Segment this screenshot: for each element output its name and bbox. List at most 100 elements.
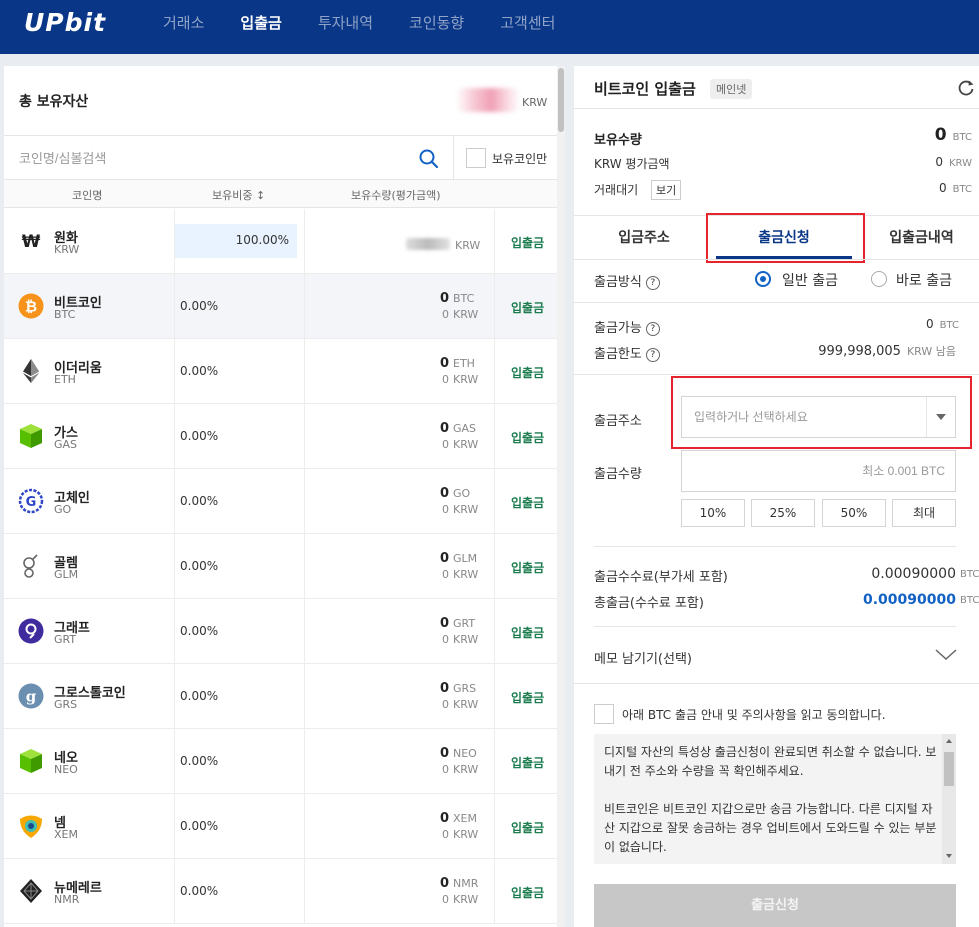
- help-icon[interactable]: ?: [645, 322, 660, 336]
- deposit-withdraw-link[interactable]: 입출금: [511, 689, 544, 706]
- refresh-icon[interactable]: [956, 78, 976, 98]
- method-normal-radio[interactable]: [755, 271, 771, 287]
- balance-unit: BTC: [952, 132, 972, 143]
- amount-25-button[interactable]: 25%: [751, 499, 815, 527]
- divider: [494, 469, 495, 534]
- method-instant-radio[interactable]: [871, 271, 887, 287]
- qty-unit: GAS: [453, 422, 477, 435]
- svg-text:₩: ₩: [22, 232, 41, 252]
- divider: [494, 664, 495, 729]
- help-icon[interactable]: ?: [645, 348, 660, 362]
- table-row[interactable]: ₩ 원화 KRW 100.00% KRW 입출금: [4, 209, 557, 274]
- holding-ratio: 0.00%: [180, 884, 219, 898]
- deposit-withdraw-link[interactable]: 입출금: [511, 364, 544, 381]
- scroll-up-arrow-icon[interactable]: [946, 739, 952, 743]
- coin-search-input[interactable]: [19, 145, 419, 171]
- table-row[interactable]: G 고체인 GO 0.00% 0 GO 0 KRW 입출금: [4, 469, 557, 534]
- agree-checkbox[interactable]: [594, 704, 614, 724]
- deposit-withdraw-link[interactable]: 입출금: [511, 234, 544, 251]
- coin-symbol: GAS: [54, 438, 78, 451]
- table-row[interactable]: 가스 GAS 0.00% 0 GAS 0 KRW 입출금: [4, 404, 557, 469]
- pending-amount: 0: [938, 181, 947, 195]
- withdraw-method-label: 출금방식?: [594, 271, 660, 290]
- withdraw-submit-button[interactable]: 출금신청: [594, 884, 956, 927]
- deposit-withdraw-link[interactable]: 입출금: [511, 884, 544, 901]
- divider: [304, 729, 305, 794]
- top-navigation-bar: UPbit 거래소 입출금 투자내역 코인동향 고객센터: [0, 0, 979, 54]
- total-assets-header: 총 보유자산 KRW: [4, 66, 557, 136]
- upbit-logo[interactable]: UPbit: [24, 8, 106, 37]
- withdraw-address-input[interactable]: [681, 396, 956, 438]
- deposit-withdraw-link[interactable]: 입출금: [511, 754, 544, 771]
- divider: [304, 859, 305, 924]
- deposit-withdraw-link[interactable]: 입출금: [511, 429, 544, 446]
- holding-qty: 0 XEM: [440, 811, 479, 826]
- divider: [453, 136, 454, 180]
- table-row[interactable]: 뉴메레르 NMR 0.00% 0 NMR 0 KRW 입출금: [4, 859, 557, 924]
- gochain-icon: G: [18, 488, 44, 514]
- tab-deposit-address[interactable]: 입금주소: [584, 216, 704, 260]
- nav-customer-center[interactable]: 고객센터: [487, 0, 568, 54]
- address-dropdown-button[interactable]: [926, 397, 955, 437]
- agree-label[interactable]: 아래 BTC 출금 안내 및 주의사항을 읽고 동의합니다.: [622, 706, 886, 723]
- amount-max-button[interactable]: 최대: [892, 499, 956, 527]
- deposit-withdraw-link[interactable]: 입출금: [511, 559, 544, 576]
- withdraw-method-text: 출금방식: [594, 275, 642, 290]
- own-coins-only-label[interactable]: 보유코인만: [492, 150, 547, 167]
- search-icon[interactable]: [416, 146, 442, 172]
- divider: [574, 683, 979, 684]
- scrollbar-thumb[interactable]: [558, 68, 564, 132]
- deposit-withdraw-link[interactable]: 입출금: [511, 624, 544, 641]
- balance-label: 보유수량: [594, 133, 642, 148]
- amount-10-button[interactable]: 10%: [681, 499, 745, 527]
- asset-list-scrollbar[interactable]: [557, 66, 565, 927]
- nav-coin-trends[interactable]: 코인동향: [396, 0, 477, 54]
- own-coins-only-checkbox[interactable]: [466, 148, 486, 168]
- notice-scrollbar[interactable]: [942, 734, 956, 864]
- coin-symbol: KRW: [54, 243, 80, 256]
- column-holding-ratio-sort[interactable]: 보유비중 ↕: [212, 187, 265, 203]
- tab-history[interactable]: 입출금내역: [864, 216, 979, 260]
- krw-eval: 0 KRW: [442, 633, 479, 646]
- divider: [574, 302, 979, 303]
- table-row[interactable]: 이더리움 ETH 0.00% 0 ETH 0 KRW 입출금: [4, 339, 557, 404]
- nav-investments[interactable]: 투자내역: [305, 0, 386, 54]
- nav-deposit-withdraw[interactable]: 입출금: [227, 0, 294, 54]
- coin-search-row: 보유코인만: [4, 136, 557, 180]
- chevron-down-icon[interactable]: [934, 646, 958, 662]
- help-icon[interactable]: ?: [645, 276, 660, 290]
- method-normal-label[interactable]: 일반 출금: [782, 270, 838, 290]
- divider: [494, 274, 495, 339]
- divider: [574, 259, 979, 260]
- method-instant-label[interactable]: 바로 출금: [896, 270, 952, 290]
- table-row[interactable]: 네오 NEO 0.00% 0 NEO 0 KRW 입출금: [4, 729, 557, 794]
- table-row[interactable]: g 그로스톨코인 GRS 0.00% 0 GRS 0 KRW 입출금: [4, 664, 557, 729]
- table-row[interactable]: 넴 XEM 0.00% 0 XEM 0 KRW 입출금: [4, 794, 557, 859]
- pending-unit: BTC: [952, 184, 972, 195]
- scrollbar-thumb[interactable]: [944, 752, 954, 786]
- tab-withdraw-request[interactable]: 출금신청: [716, 216, 852, 260]
- krw-eval-unit: KRW: [949, 158, 972, 169]
- amount-50-button[interactable]: 50%: [822, 499, 886, 527]
- memo-toggle[interactable]: 메모 남기기(선택): [594, 648, 692, 667]
- table-row[interactable]: ₿ 비트코인 BTC 0.00% 0 BTC 0 KRW 입출금: [4, 274, 557, 339]
- limit-value: 999,998,005 KRW 남음: [818, 343, 956, 359]
- coin-symbol: NEO: [54, 763, 78, 776]
- nav-exchange[interactable]: 거래소: [150, 0, 217, 54]
- qty-unit: ETH: [453, 357, 475, 370]
- table-row[interactable]: 그래프 GRT 0.00% 0 GRT 0 KRW 입출금: [4, 599, 557, 664]
- available-amount: 0: [925, 317, 934, 331]
- pending-view-button[interactable]: 보기: [651, 180, 682, 200]
- deposit-withdraw-link[interactable]: 입출금: [511, 494, 544, 511]
- withdraw-amount-input[interactable]: [681, 450, 956, 492]
- fee-unit: BTC: [960, 569, 979, 580]
- qty-unit: GLM: [453, 552, 478, 565]
- coin-symbol: NMR: [54, 893, 80, 906]
- table-row[interactable]: 골렘 GLM 0.00% 0 GLM 0 KRW 입출금: [4, 534, 557, 599]
- deposit-withdraw-link[interactable]: 입출금: [511, 819, 544, 836]
- holding-qty: 0 NEO: [440, 746, 479, 761]
- qty-value: 0: [439, 746, 449, 761]
- scroll-down-arrow-icon[interactable]: [946, 854, 952, 858]
- deposit-withdraw-link[interactable]: 입출금: [511, 299, 544, 316]
- krw-unit: KRW: [453, 373, 479, 386]
